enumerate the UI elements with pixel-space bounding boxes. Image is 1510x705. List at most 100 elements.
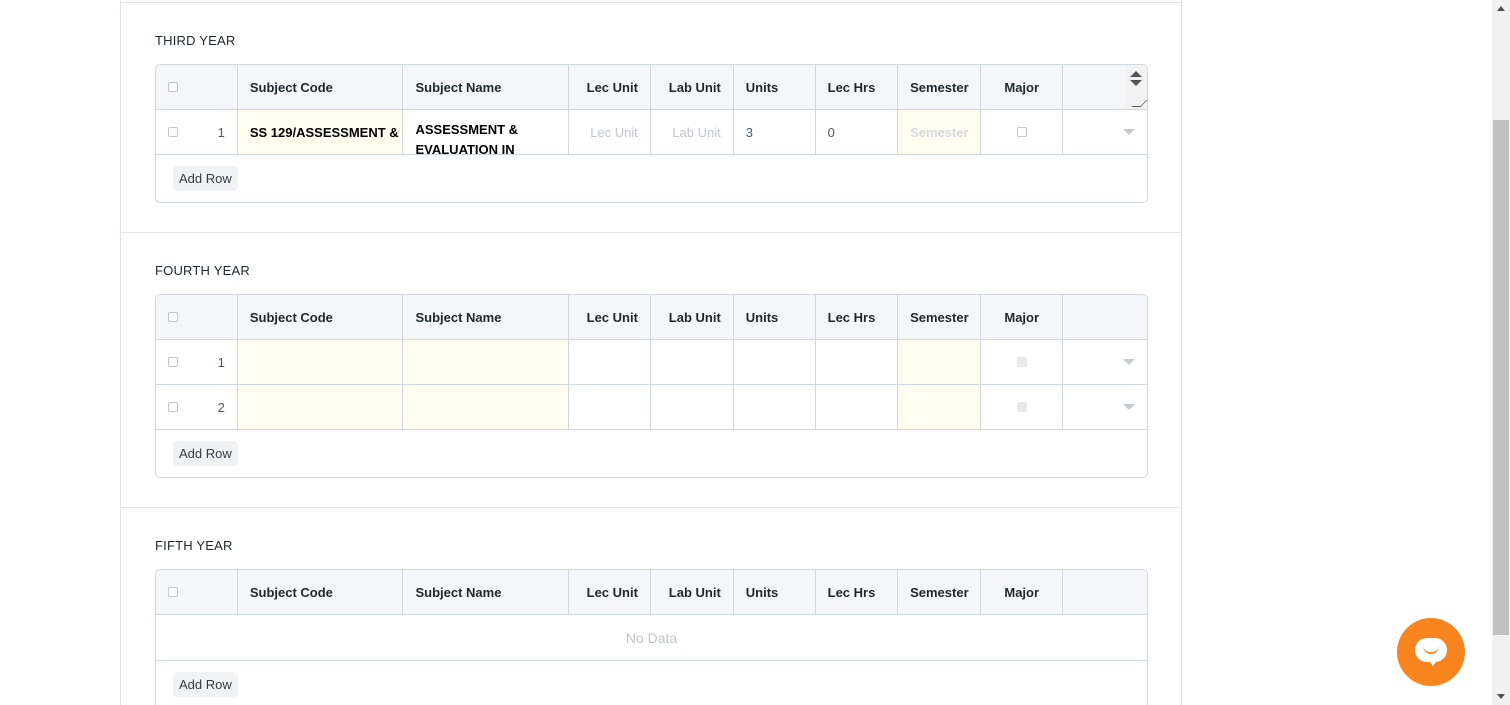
- col-units: Units: [734, 295, 816, 339]
- semester-field[interactable]: [898, 385, 982, 429]
- select-all-checkbox[interactable]: [168, 312, 178, 322]
- col-major: Major: [981, 65, 1064, 109]
- no-data-message: No Data: [156, 615, 1147, 661]
- col-lab-unit: Lab Unit: [651, 570, 734, 614]
- chat-bubble-tail: [1427, 658, 1439, 666]
- lec-unit-field[interactable]: [569, 340, 651, 384]
- scrollbar-thumb[interactable]: [1493, 120, 1509, 635]
- divider: [121, 507, 1181, 508]
- grid-header: Subject Code Subject Name Lec Unit Lab U…: [156, 65, 1147, 110]
- units-field[interactable]: 3: [734, 110, 816, 154]
- major-cell: [981, 110, 1064, 154]
- col-major: Major: [981, 295, 1064, 339]
- subject-name-field[interactable]: ASSESSMENT & EVALUATION IN: [403, 65, 1147, 154]
- col-major: Major: [981, 570, 1064, 614]
- col-semester: Semester: [898, 570, 982, 614]
- chevron-down-icon[interactable]: [1122, 129, 1135, 135]
- col-lec-hrs: Lec Hrs: [816, 295, 899, 339]
- lec-hrs-field[interactable]: [816, 385, 899, 429]
- units-field[interactable]: [734, 340, 816, 384]
- grid-footer: Add Row: [156, 430, 1147, 477]
- col-actions: [1063, 570, 1147, 614]
- subject-code-field[interactable]: [237, 385, 404, 429]
- scroll-down-icon[interactable]: [1497, 694, 1505, 699]
- semester-field[interactable]: Semester: [898, 110, 982, 154]
- grid-footer: Add Row: [156, 155, 1147, 202]
- add-row-button[interactable]: Add Row: [173, 441, 238, 466]
- select-all-checkbox[interactable]: [168, 82, 178, 92]
- header-select-cell: [156, 65, 238, 109]
- col-lec-unit: Lec Unit: [569, 295, 651, 339]
- divider: [121, 2, 1181, 3]
- subject-name-field[interactable]: [403, 385, 570, 429]
- row-actions[interactable]: [1063, 110, 1147, 154]
- subject-code-field[interactable]: [237, 340, 404, 384]
- divider: [121, 232, 1181, 233]
- lab-unit-field[interactable]: [651, 385, 734, 429]
- subject-name-text: ASSESSMENT & EVALUATION IN: [415, 122, 519, 154]
- row-select-cell: 1: [156, 340, 238, 384]
- col-lec-hrs: Lec Hrs: [816, 65, 899, 109]
- scroll-up-icon[interactable]: [1497, 6, 1505, 11]
- row-actions[interactable]: [1063, 385, 1147, 429]
- select-all-checkbox[interactable]: [168, 587, 178, 597]
- row-checkbox[interactable]: [168, 357, 178, 367]
- col-lec-unit: Lec Unit: [569, 65, 651, 109]
- section-title-fourth-year: FOURTH YEAR: [155, 263, 250, 278]
- major-checkbox[interactable]: [1016, 402, 1027, 412]
- col-subject-code: Subject Code: [238, 65, 404, 109]
- row-actions[interactable]: [1063, 340, 1147, 384]
- row-checkbox[interactable]: [168, 402, 178, 412]
- major-checkbox[interactable]: [1016, 357, 1027, 367]
- row-checkbox[interactable]: [168, 127, 178, 137]
- col-units: Units: [734, 570, 816, 614]
- subject-name-field[interactable]: [403, 340, 570, 384]
- grid-footer: Add Row: [156, 661, 1147, 705]
- units-field[interactable]: [734, 385, 816, 429]
- row-select-cell: 1: [156, 110, 238, 154]
- col-lab-unit: Lab Unit: [651, 295, 734, 339]
- chat-widget-button[interactable]: [1397, 618, 1465, 686]
- chevron-down-icon[interactable]: [1122, 404, 1135, 410]
- page-scrollbar[interactable]: [1492, 0, 1510, 705]
- col-semester: Semester: [898, 295, 982, 339]
- subject-code-field[interactable]: SS 129/ASSESSMENT &: [237, 110, 404, 154]
- fourth-year-grid: Subject Code Subject Name Lec Unit Lab U…: [155, 294, 1148, 478]
- lec-unit-field[interactable]: Lec Unit: [569, 110, 651, 154]
- page: THIRD YEAR Subject Code Subject Name Lec…: [0, 0, 1510, 705]
- form-card: THIRD YEAR Subject Code Subject Name Lec…: [120, 0, 1182, 705]
- grid-header: Subject Code Subject Name Lec Unit Lab U…: [156, 295, 1147, 340]
- add-row-button[interactable]: Add Row: [173, 166, 238, 191]
- grid-header: Subject Code Subject Name Lec Unit Lab U…: [156, 570, 1147, 615]
- col-subject-name: Subject Name: [403, 295, 570, 339]
- lab-unit-field[interactable]: [651, 340, 734, 384]
- semester-field[interactable]: [898, 340, 982, 384]
- major-cell: [981, 385, 1064, 429]
- row-index: 1: [217, 124, 225, 140]
- row-select-cell: 2: [156, 385, 238, 429]
- lab-unit-field[interactable]: Lab Unit: [651, 110, 734, 154]
- col-units: Units: [734, 65, 816, 109]
- col-subject-code: Subject Code: [238, 570, 404, 614]
- table-row[interactable]: 2: [156, 385, 1147, 430]
- fifth-year-grid: Subject Code Subject Name Lec Unit Lab U…: [155, 569, 1148, 705]
- col-subject-name: Subject Name: [403, 65, 570, 109]
- col-lec-unit: Lec Unit: [569, 570, 651, 614]
- lec-hrs-field[interactable]: [816, 340, 899, 384]
- col-lab-unit: Lab Unit: [651, 65, 734, 109]
- lec-hrs-field[interactable]: 0: [816, 110, 899, 154]
- table-row[interactable]: 1 SS 129/ASSESSMENT & ASSESSMENT & EVALU…: [156, 65, 1147, 155]
- table-row[interactable]: 1: [156, 340, 1147, 385]
- third-year-grid: Subject Code Subject Name Lec Unit Lab U…: [155, 64, 1148, 203]
- add-row-button[interactable]: Add Row: [173, 672, 238, 697]
- section-title-fifth-year: FIFTH YEAR: [155, 538, 233, 553]
- major-cell: [981, 340, 1064, 384]
- header-select-cell: [156, 295, 238, 339]
- chevron-down-icon[interactable]: [1122, 359, 1135, 365]
- row-index: 1: [217, 354, 225, 370]
- major-checkbox[interactable]: [1016, 127, 1027, 137]
- col-actions: [1063, 295, 1147, 339]
- lec-unit-field[interactable]: [569, 385, 651, 429]
- col-subject-name: Subject Name: [403, 570, 570, 614]
- header-select-cell: [156, 570, 238, 614]
